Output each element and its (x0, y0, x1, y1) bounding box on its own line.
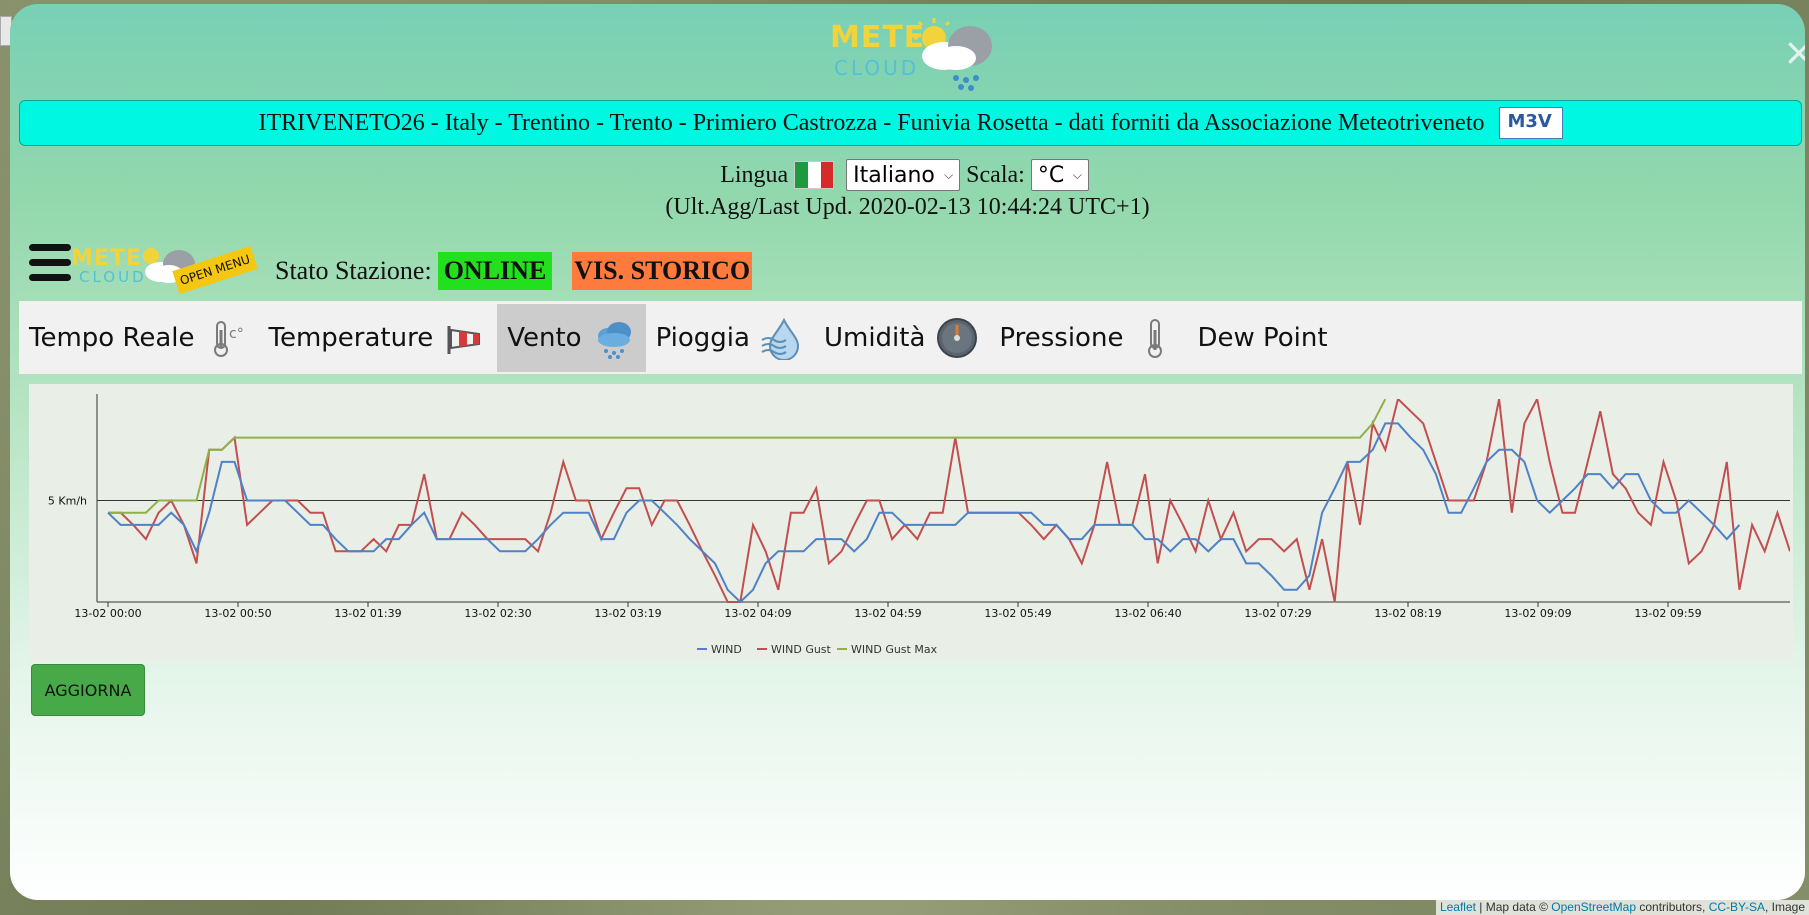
wind-chart: 5 Km/h 13-02 00:00 13-02 00:50 13-02 01:39 1… (29, 384, 1793, 662)
tab-label: Dew Point (1197, 322, 1328, 353)
x-tick-label: 13-02 09:09 (1504, 607, 1571, 620)
thermometer-celsius-icon: c° (213, 320, 244, 357)
station-title-bar: ITRIVENETO26 - Italy - Trentino - Trento… (19, 100, 1802, 146)
attribution-text-1: | Map data © (1475, 900, 1552, 914)
x-tick-label: 13-02 04:59 (854, 607, 921, 620)
chevron-down-icon: ⌵ (944, 167, 954, 182)
x-tick-label: 13-02 00:50 (204, 607, 271, 620)
tab-label: Temperature (268, 322, 434, 353)
leaflet-link[interactable]: Leaflet (1440, 900, 1476, 914)
tab-pressure[interactable]: Pressione (989, 304, 1187, 372)
x-tick-label: 13-02 00:00 (74, 607, 141, 620)
x-tick-label: 13-02 09:59 (1634, 607, 1701, 620)
map-attribution: Leaflet | Map data © OpenStreetMap contr… (1435, 900, 1809, 915)
x-tick-label: 13-02 07:29 (1244, 607, 1311, 620)
tab-dew-point[interactable]: Dew Point (1187, 304, 1337, 372)
humidity-drop-icon (761, 317, 799, 360)
scale-select[interactable]: °C ⌵ (1030, 159, 1089, 191)
wind-chart-svg: 5 Km/h 13-02 00:00 13-02 00:50 13-02 01:39 1… (48, 394, 1790, 656)
meteocloud-logo: METE CLOUD (830, 12, 1020, 92)
tab-realtime[interactable]: Tempo Reale c° (19, 304, 259, 372)
station-modal: × METE CLOUD ITRIVENETO26 - Italy - Tren… (10, 4, 1805, 900)
legend-label: WIND Gust (771, 643, 832, 656)
menu-bar-bottom (29, 274, 71, 281)
thermometer-icon (1148, 318, 1163, 358)
close-icon[interactable]: × (1783, 32, 1805, 72)
legend-label: WIND Gust Max (851, 643, 938, 656)
license-link[interactable]: CC-BY-SA (1709, 900, 1765, 914)
windsock-icon (447, 325, 481, 354)
x-tick-label: 13-02 02:30 (464, 607, 531, 620)
tab-label: Pressione (999, 322, 1124, 353)
logo-cloud-text: CLOUD (834, 56, 920, 80)
language-select[interactable]: Italiano ⌵ (846, 159, 961, 191)
x-tick-label: 13-02 03:19 (594, 607, 661, 620)
x-tick-label: 13-02 08:19 (1374, 607, 1441, 620)
station-title: ITRIVENETO26 - Italy - Trentino - Trento… (258, 109, 1485, 136)
meteotriveneto-logo: M3V (1498, 107, 1563, 139)
history-view-badge[interactable]: VIS. STORICO (572, 252, 753, 290)
status-online-badge: ONLINE (437, 252, 553, 290)
tab-bar: Tempo Reale c° Temperature Vento Pioggia… (19, 301, 1802, 374)
barometer-icon (937, 317, 978, 358)
legend-label: WIND (711, 643, 742, 656)
tab-rain[interactable]: Pioggia (646, 304, 814, 372)
menu-bar-middle (29, 259, 71, 266)
sun-rain-cloud-icon (914, 18, 992, 91)
scale-selected-value: °C (1037, 162, 1065, 188)
attribution-text-2: contributors, (1636, 900, 1709, 914)
refresh-button[interactable]: AGGIORNA (31, 664, 145, 716)
series-line-wind-gust-max (108, 399, 1387, 514)
station-status: Stato Stazione: ONLINE VIS. STORICO (275, 251, 753, 291)
x-tick-label: 13-02 06:40 (1114, 607, 1181, 620)
attribution-text-3: , Image (1764, 900, 1805, 914)
reference-label: 5 Km/h (48, 495, 87, 508)
scale-label: Scala: (966, 161, 1025, 188)
language-label: Lingua (720, 161, 789, 188)
tab-temperature[interactable]: Temperature (259, 304, 498, 372)
osm-link[interactable]: OpenStreetMap (1551, 900, 1636, 914)
chevron-down-icon: ⌵ (1072, 167, 1082, 182)
language-selected-value: Italiano (853, 162, 935, 188)
tab-label: Pioggia (655, 322, 750, 353)
tab-wind[interactable]: Vento (497, 303, 646, 372)
italy-flag-icon (794, 161, 835, 189)
tab-humidity[interactable]: Umidità (814, 304, 989, 372)
m3v-badge-text: M3V (1507, 111, 1552, 132)
status-label: Stato Stazione: (275, 256, 432, 285)
x-tick-label: 13-02 04:09 (724, 607, 791, 620)
tab-label: Vento (507, 322, 582, 353)
open-menu-button[interactable]: METE CLOUD OPEN MENU (19, 236, 258, 306)
x-tick-label: 13-02 01:39 (334, 607, 401, 620)
rain-cloud-icon (597, 321, 631, 359)
menu-bar-top (29, 244, 71, 251)
language-row: Lingua Italiano ⌵ Scala: °C ⌵ (10, 158, 1805, 192)
tab-label: Umidità (823, 322, 926, 353)
series-line-wind (107, 422, 1741, 603)
tab-label: Tempo Reale (29, 322, 195, 353)
svg-text:c°: c° (229, 326, 244, 342)
last-update: (Ult.Agg/Last Upd. 2020-02-13 10:44:24 U… (665, 194, 1150, 220)
x-tick-label: 13-02 05:49 (984, 607, 1051, 620)
